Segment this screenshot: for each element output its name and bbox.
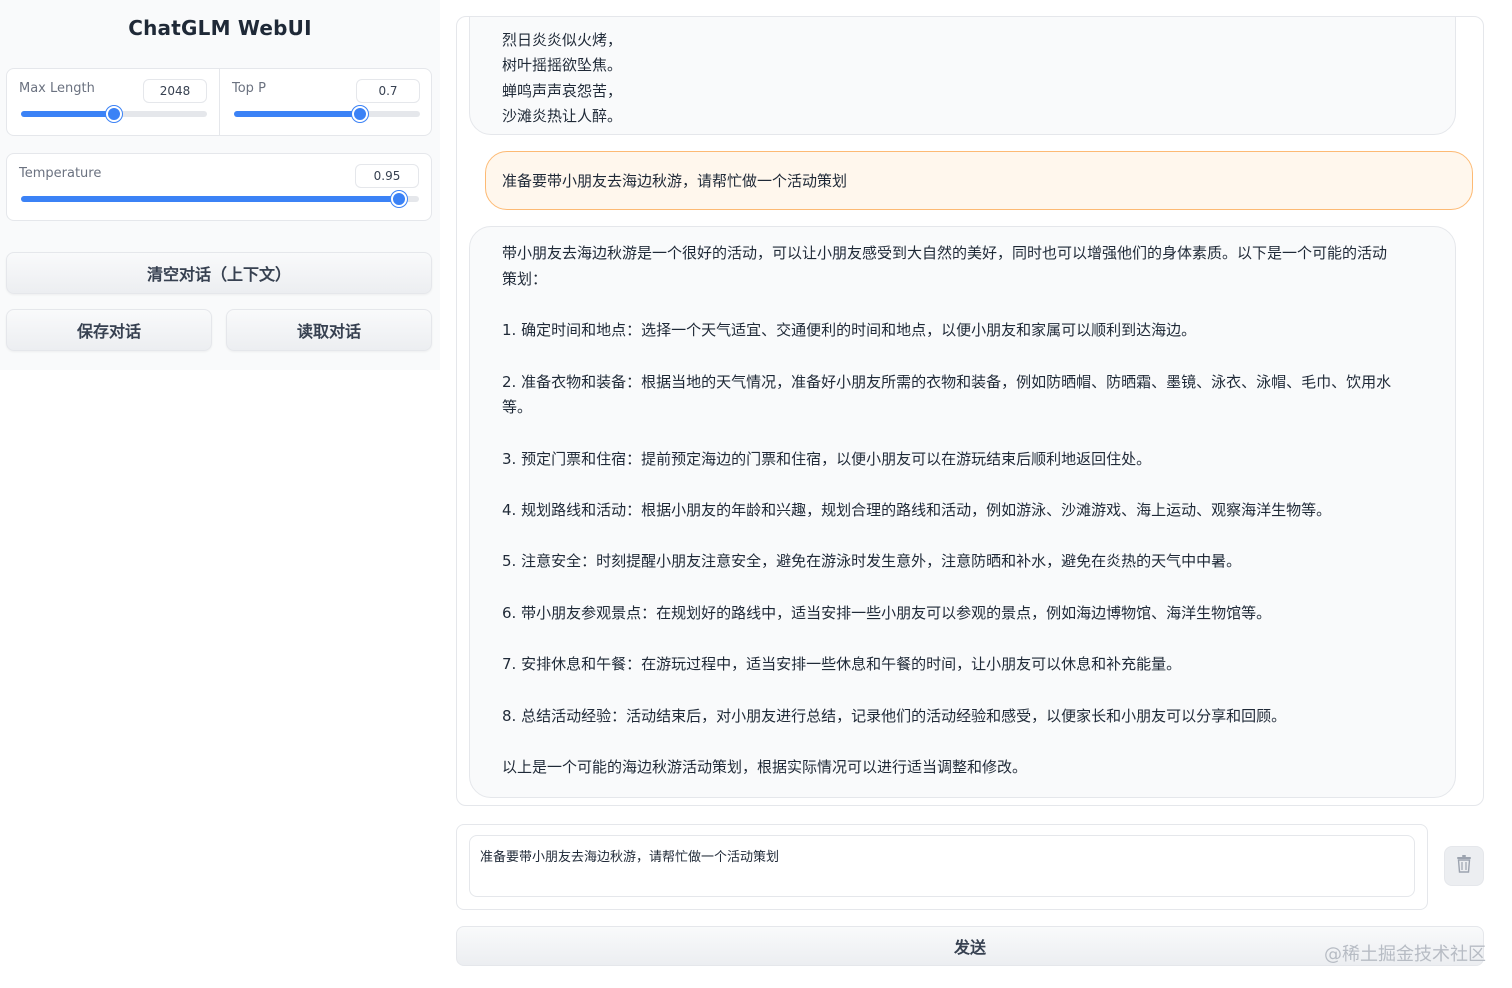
load-history-button[interactable]: 读取对话: [226, 309, 432, 351]
top-p-label: Top P: [232, 81, 266, 96]
top-p-control: Top P 0.7: [232, 69, 422, 137]
reply-intro-line: 策划：: [502, 270, 548, 288]
plan-item: 8. 总结活动经验：活动结束后，对小朋友进行总结，记录他们的活动经验和感受，以便…: [502, 707, 1287, 725]
bot-message-reply: 带小朋友去海边秋游是一个很好的活动，可以让小朋友感受到大自然的美好，同时也可以增…: [469, 226, 1456, 798]
top-p-slider-thumb[interactable]: [352, 106, 369, 122]
top-p-slider[interactable]: [234, 106, 420, 122]
trash-icon: [1456, 855, 1472, 877]
save-history-button[interactable]: 保存对话: [6, 309, 212, 351]
temperature-slider[interactable]: [21, 191, 419, 207]
reply-intro-line: 带小朋友去海边秋游是一个很好的活动，可以让小朋友感受到大自然的美好，同时也可以增…: [502, 244, 1388, 262]
watermark: @稀土掘金技术社区: [1324, 944, 1486, 965]
poem-line: 沙滩炎热让人醉。: [502, 107, 623, 125]
poem-line: 蝉鸣声声哀怨苦，: [502, 82, 623, 100]
message-input[interactable]: 准备要带小朋友去海边秋游，请帮忙做一个活动策划: [469, 835, 1415, 897]
bot-message-poem: 烈日炎炎似火烤， 树叶摇摇欲坠焦。 蝉鸣声声哀怨苦， 沙滩炎热让人醉。: [469, 17, 1456, 135]
temperature-slider-thumb[interactable]: [391, 191, 408, 207]
reply-conclusion: 以上是一个可能的海边秋游活动策划，根据实际情况可以进行适当调整和修改。: [502, 758, 1028, 776]
length-topp-box: Max Length 2048 Top P 0.7: [6, 68, 432, 136]
plan-item: 4. 规划路线和活动：根据小朋友的年龄和兴趣，规划合理的路线和活动，例如游泳、沙…: [502, 501, 1332, 519]
temperature-box: Temperature 0.95: [6, 153, 432, 221]
clear-input-button[interactable]: [1444, 846, 1484, 886]
plan-item: 1. 确定时间和地点：选择一个天气适宜、交通便利的时间和地点，以便小朋友和家属可…: [502, 321, 1197, 339]
message-input-box: 准备要带小朋友去海边秋游，请帮忙做一个活动策划: [456, 824, 1428, 910]
poem-line: 烈日炎炎似火烤，: [502, 31, 623, 49]
user-message-text: 准备要带小朋友去海边秋游，请帮忙做一个活动策划: [502, 172, 848, 190]
max-length-input[interactable]: 2048: [143, 79, 207, 103]
plan-item: 6. 带小朋友参观景点：在规划好的路线中，适当安排一些小朋友可以参观的景点，例如…: [502, 604, 1272, 622]
chat-history[interactable]: 烈日炎炎似火烤， 树叶摇摇欲坠焦。 蝉鸣声声哀怨苦， 沙滩炎热让人醉。 准备要带…: [456, 16, 1484, 806]
plan-item: 5. 注意安全：时刻提醒小朋友注意安全，避免在游泳时发生意外，注意防晒和补水，避…: [502, 552, 1242, 570]
clear-history-button[interactable]: 清空对话（上下文）: [6, 252, 432, 294]
user-message: 准备要带小朋友去海边秋游，请帮忙做一个活动策划: [485, 151, 1473, 210]
max-length-slider[interactable]: [21, 106, 207, 122]
temperature-label: Temperature: [19, 166, 102, 181]
poem-line: 树叶摇摇欲坠焦。: [502, 56, 623, 74]
app-title: ChatGLM WebUI: [128, 16, 312, 40]
top-p-input[interactable]: 0.7: [356, 79, 420, 103]
plan-item: 7. 安排休息和午餐：在游玩过程中，适当安排一些休息和午餐的时间，让小朋友可以休…: [502, 655, 1182, 673]
divider: [219, 69, 220, 135]
max-length-control: Max Length 2048: [19, 69, 219, 137]
settings-panel: ChatGLM WebUI Max Length 2048 Top P 0.7 …: [0, 0, 440, 370]
max-length-label: Max Length: [19, 81, 95, 96]
plan-item: 2. 准备衣物和装备：根据当地的天气情况，准备好小朋友所需的衣物和装备，例如防晒…: [502, 373, 1392, 391]
temperature-input[interactable]: 0.95: [355, 164, 419, 188]
plan-item: 3. 预定门票和住宿：提前预定海边的门票和住宿，以便小朋友可以在游玩结束后顺利地…: [502, 450, 1152, 468]
plan-item-cont: 等。: [502, 398, 533, 416]
max-length-slider-thumb[interactable]: [106, 106, 122, 122]
temperature-control: Temperature 0.95: [19, 154, 421, 222]
